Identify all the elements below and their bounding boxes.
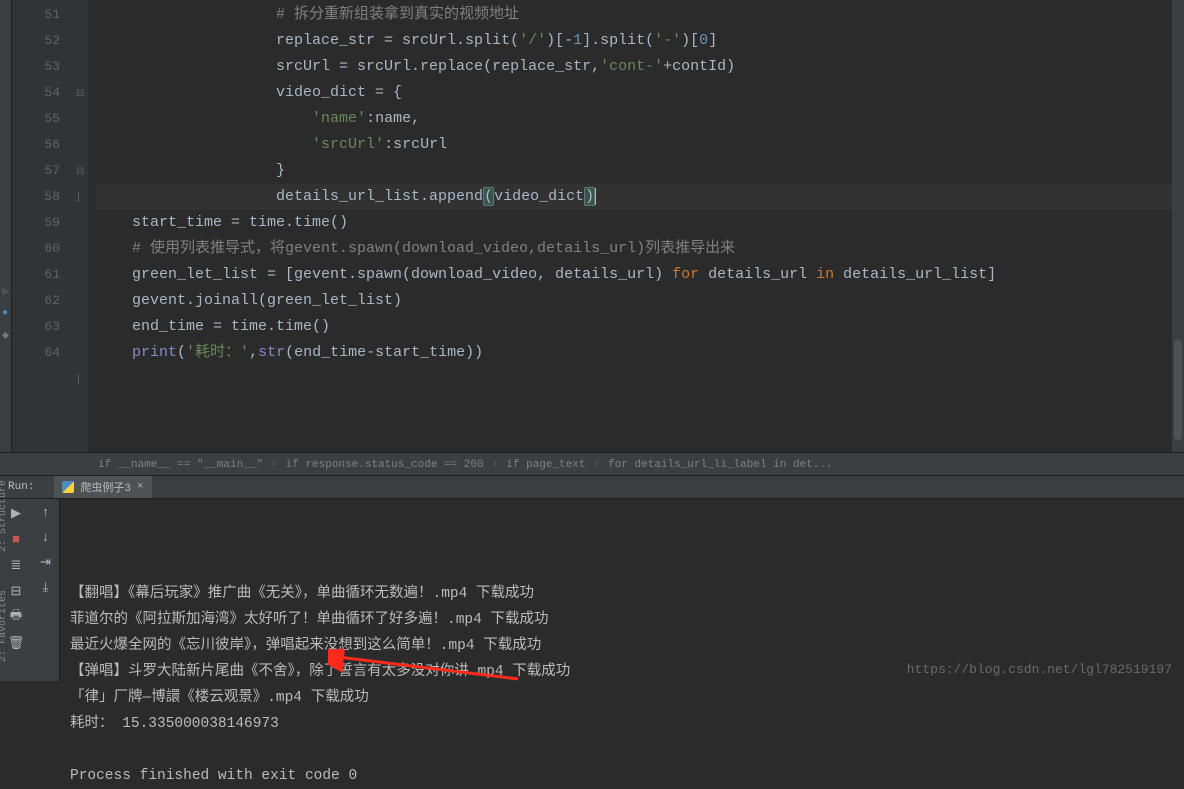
line-number-gutter: 5152535455565758596061626364	[12, 0, 74, 452]
console-toolbar-nav: ↑ ↓ ⇥ ⤓	[32, 499, 60, 681]
editor-area: ▶ ● ⬥ 5152535455565758596061626364 ⊟ ⊟ ⌋…	[0, 0, 1184, 452]
fold-end-icon[interactable]: ⌋	[76, 374, 80, 386]
layout-icon[interactable]: ≣	[8, 557, 24, 573]
breadcrumb-item[interactable]: if __name__ == "__main__"	[96, 459, 265, 471]
wrap-icon[interactable]: ⇥	[40, 555, 51, 570]
rerun-icon[interactable]: ▶	[8, 505, 24, 521]
console-area: ▶ ■ ≣ ⊟ 🖶 🗑 ↑ ↓ ⇥ ⤓ 【翻唱】《幕后玩家》推广曲《无关》，单曲…	[0, 499, 1184, 681]
console-line: Process finished with exit code 0	[70, 763, 1174, 789]
bookmark-marker-icon[interactable]: ⬥	[2, 330, 9, 342]
debug-marker-icon[interactable]: ●	[2, 308, 8, 319]
run-tab[interactable]: 爬虫例子3 ×	[54, 476, 151, 498]
breadcrumb-bar: if __name__ == "__main__"›if response.st…	[0, 452, 1184, 476]
stop-icon[interactable]: ■	[8, 531, 24, 547]
fold-gutter: ⊟ ⊟ ⌋ ⌋	[74, 0, 88, 452]
console-line	[70, 737, 1174, 763]
run-label: Run:	[8, 481, 34, 493]
run-tab-name: 爬虫例子3	[80, 479, 131, 495]
fold-end-icon[interactable]: ⊟	[76, 166, 84, 178]
breadcrumb-item[interactable]: if page_text	[504, 459, 587, 471]
down-icon[interactable]: ↓	[42, 530, 50, 545]
print-icon[interactable]: 🖶	[8, 609, 24, 625]
run-toolwindow-header: Run: 爬虫例子3 ×	[0, 476, 1184, 499]
editor-scrollbar[interactable]	[1172, 0, 1184, 452]
run-triangle-icon[interactable]: ▶	[2, 286, 10, 298]
console-line: 耗时： 15.335000038146973	[70, 711, 1174, 737]
fold-end-icon[interactable]: ⌋	[76, 192, 80, 204]
structure-tool-label[interactable]: 2: Structure	[0, 480, 9, 552]
favorites-tool-label[interactable]: 2: Favorites	[0, 590, 9, 662]
breadcrumb-item[interactable]: for details_url_li_label in det...	[606, 459, 834, 471]
console-line: 菲道尔的《阿拉斯加海湾》太好听了！单曲循环了好多遍！.mp4 下载成功	[70, 607, 1174, 633]
console-line: 【翻唱】《幕后玩家》推广曲《无关》，单曲循环无数遍！.mp4 下载成功	[70, 581, 1174, 607]
fold-handle-icon[interactable]: ⊟	[76, 88, 84, 100]
pin-icon[interactable]: ⊟	[8, 583, 24, 599]
breadcrumb-item[interactable]: if response.status_code == 200	[284, 459, 486, 471]
delete-icon[interactable]: 🗑	[8, 635, 24, 651]
close-tab-icon[interactable]: ×	[137, 481, 144, 493]
scrollbar-thumb[interactable]	[1174, 340, 1182, 440]
left-tool-gutter: ▶ ● ⬥	[0, 0, 12, 452]
console-line: 最近火爆全网的《忘川彼岸》，弹唱起来没想到这么简单！.mp4 下载成功	[70, 633, 1174, 659]
console-output[interactable]: 【翻唱】《幕后玩家》推广曲《无关》，单曲循环无数遍！.mp4 下载成功菲道尔的《…	[60, 499, 1184, 681]
watermark-text: https://blog.csdn.net/lgl782519197	[907, 662, 1172, 677]
python-file-icon	[62, 481, 74, 493]
code-editor[interactable]: # 拆分重新组装拿到真实的视频地址 replace_str = srcUrl.s…	[88, 0, 1184, 452]
scroll-icon[interactable]: ⤓	[43, 580, 49, 595]
console-line: 「律」厂牌—博譞《楼云观景》.mp4 下载成功	[70, 685, 1174, 711]
up-icon[interactable]: ↑	[42, 505, 50, 520]
